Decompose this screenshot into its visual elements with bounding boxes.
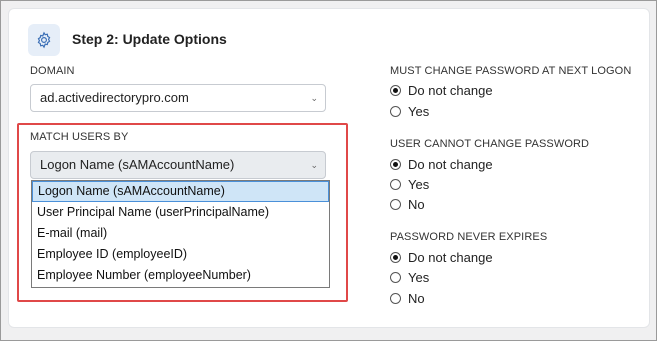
match-users-select[interactable]: Logon Name (sAMAccountName) ⌄ xyxy=(30,151,326,179)
chevron-down-icon: ⌄ xyxy=(310,93,318,103)
never-expires-option-yes[interactable]: Yes xyxy=(390,268,429,286)
radio-button-checked[interactable] xyxy=(390,84,401,96)
must-change-option-yes[interactable]: Yes xyxy=(390,102,429,120)
user-cannot-change-password-label: USER CANNOT CHANGE PASSWORD xyxy=(390,138,590,150)
radio-button-checked[interactable] xyxy=(390,251,401,263)
never-expires-option-do-not-change[interactable]: Do not change xyxy=(390,248,493,266)
password-never-expires-label: PASSWORD NEVER EXPIRES xyxy=(390,231,548,243)
match-users-label: MATCH USERS BY xyxy=(30,131,129,143)
dropdown-option-employeenumber[interactable]: Employee Number (employeeNumber) xyxy=(32,265,329,286)
cannot-change-option-do-not-change[interactable]: Do not change xyxy=(390,155,493,173)
domain-value: ad.activedirectorypro.com xyxy=(40,90,189,105)
match-users-value: Logon Name (sAMAccountName) xyxy=(40,157,235,172)
chevron-down-icon: ⌄ xyxy=(310,160,318,170)
radio-button[interactable] xyxy=(390,178,401,190)
domain-select[interactable]: ad.activedirectorypro.com ⌄ xyxy=(30,84,326,112)
must-change-password-label: MUST CHANGE PASSWORD AT NEXT LOGON xyxy=(390,65,632,77)
radio-button[interactable] xyxy=(390,271,401,283)
radio-label: Do not change xyxy=(408,249,493,265)
gear-icon xyxy=(28,24,60,56)
radio-label: Do not change xyxy=(408,82,493,98)
domain-label: DOMAIN xyxy=(30,65,75,77)
never-expires-option-no[interactable]: No xyxy=(390,289,425,307)
radio-button[interactable] xyxy=(390,105,401,117)
radio-label: Yes xyxy=(408,269,430,285)
radio-label: Do not change xyxy=(408,156,493,172)
radio-label: Yes xyxy=(408,103,430,119)
step-title: Step 2: Update Options xyxy=(72,31,227,47)
radio-button[interactable] xyxy=(390,292,401,304)
cannot-change-option-no[interactable]: No xyxy=(390,195,425,213)
dropdown-option-mail[interactable]: E-mail (mail) xyxy=(32,223,329,244)
dropdown-option-samaccountname[interactable]: Logon Name (sAMAccountName) xyxy=(32,181,329,202)
radio-label: No xyxy=(408,290,425,306)
radio-label: Yes xyxy=(408,176,430,192)
match-users-dropdown-list: Logon Name (sAMAccountName) User Princip… xyxy=(31,180,330,288)
radio-button[interactable] xyxy=(390,198,401,210)
must-change-option-do-not-change[interactable]: Do not change xyxy=(390,81,493,99)
cannot-change-option-yes[interactable]: Yes xyxy=(390,175,429,193)
radio-button-checked[interactable] xyxy=(390,158,401,170)
dropdown-option-userprincipalname[interactable]: User Principal Name (userPrincipalName) xyxy=(32,202,329,223)
dropdown-option-employeeid[interactable]: Employee ID (employeeID) xyxy=(32,244,329,265)
radio-label: No xyxy=(408,196,425,212)
